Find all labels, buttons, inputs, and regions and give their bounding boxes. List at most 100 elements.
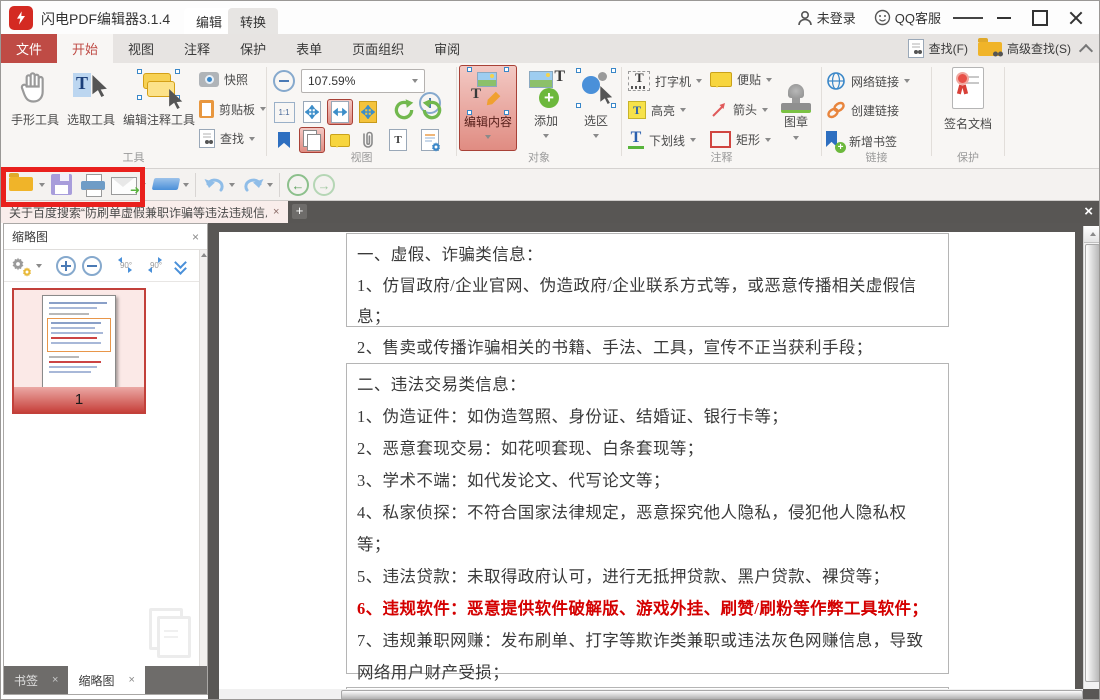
document-tab[interactable]: 关于百度搜索“防刷单虚假兼职诈骗等违法违规信息” ×	[1, 201, 288, 223]
menu-protect[interactable]: 保护	[225, 34, 281, 63]
doc-line: 5、违法贷款：未取得政府认可，进行无抵押贷款、黑户贷款、裸贷等；	[357, 561, 938, 593]
thumbnail-zoom-out-button[interactable]	[82, 256, 102, 276]
email-caret-icon[interactable]	[140, 183, 146, 187]
sign-document-button[interactable]: 签名文档	[940, 67, 996, 132]
fit-visible-button[interactable]	[355, 99, 381, 125]
sticky-note-label: 便贴	[737, 71, 761, 88]
add-object-icon: T +	[527, 68, 565, 112]
actual-size-button[interactable]: 1:1	[271, 99, 297, 125]
maximize-button[interactable]	[1025, 5, 1055, 31]
menu-page-organize[interactable]: 页面组织	[337, 34, 419, 63]
document-page[interactable]: 一、虚假、诈骗类信息： 1、仿冒政府/企业官网、伪造政府/企业联系方式等，或恶意…	[219, 232, 1075, 689]
thumbnail-item-selected[interactable]: 1	[12, 288, 146, 414]
print-button[interactable]	[81, 174, 105, 195]
arrow-label: 箭头	[733, 101, 757, 118]
qq-support-button[interactable]: QQ客服	[868, 4, 947, 31]
undo-caret-icon[interactable]	[229, 183, 235, 187]
typewriter-button[interactable]: T 打字机	[628, 71, 702, 91]
panel-close-icon[interactable]: ×	[192, 230, 199, 244]
advanced-find-button[interactable]: 高级查找(S)	[978, 40, 1071, 57]
horizontal-scrollbar[interactable]	[219, 689, 1083, 700]
tab-bookmarks[interactable]: 书签 ×	[4, 666, 68, 694]
doc-line: 一、虚假、诈骗类信息：	[357, 239, 938, 270]
fit-page-button[interactable]	[299, 99, 325, 125]
hand-tool-button[interactable]: 手形工具	[7, 67, 63, 128]
new-tab-button[interactable]: +	[292, 204, 307, 219]
zoom-level-combo[interactable]: 107.59%	[301, 69, 425, 93]
selection-button[interactable]: 选区	[573, 65, 619, 138]
undo-button[interactable]	[203, 175, 227, 200]
thumbnail-zoom-in-button[interactable]	[56, 256, 76, 276]
open-file-caret-icon[interactable]	[39, 183, 45, 187]
next-view-button[interactable]: →	[313, 174, 335, 196]
highlight-button[interactable]: T 高亮	[628, 101, 686, 119]
add-object-button[interactable]: T + 添加	[521, 65, 571, 138]
close-document-button[interactable]: ×	[1084, 203, 1093, 220]
rotate-right-90-button[interactable]: 90°	[144, 256, 168, 276]
close-button[interactable]	[1061, 5, 1091, 31]
open-file-button[interactable]	[9, 177, 33, 191]
login-button[interactable]: 未登录	[791, 4, 862, 31]
titlebar-tab-edit[interactable]: 编辑	[184, 8, 234, 34]
scanner-button[interactable]	[153, 175, 179, 187]
collapse-ribbon-icon[interactable]	[1079, 43, 1093, 57]
scrollbar-up-button[interactable]	[1084, 226, 1100, 243]
chevron-double-down-icon[interactable]	[176, 261, 185, 270]
previous-view-button[interactable]: ←	[287, 174, 309, 196]
smiley-icon	[874, 9, 891, 26]
web-link-button[interactable]: 网络链接	[826, 71, 910, 91]
panel-scrollbar[interactable]	[199, 250, 207, 666]
menu-file[interactable]: 文件	[1, 34, 57, 63]
gear-caret-icon[interactable]	[36, 264, 42, 268]
stamp-button[interactable]: 图章	[774, 67, 818, 140]
tab-thumbnails[interactable]: 缩略图 ×	[68, 666, 144, 694]
underline-button[interactable]: T 下划线	[628, 131, 696, 149]
web-link-label: 网络链接	[851, 73, 899, 90]
scanner-caret-icon[interactable]	[183, 183, 189, 187]
group-link-label: 链接	[822, 149, 931, 165]
selection-caret-icon	[593, 134, 599, 138]
zoom-out-button[interactable]	[273, 70, 295, 92]
snapshot-button[interactable]: 快照	[199, 71, 248, 88]
sticky-note-button[interactable]: 便贴	[710, 71, 772, 88]
stamp-icon	[781, 67, 811, 113]
tab-bookmarks-close-icon[interactable]: ×	[52, 674, 58, 686]
menu-comment[interactable]: 注释	[169, 34, 225, 63]
minimize-button[interactable]	[989, 5, 1019, 31]
group-tools-label: 工具	[1, 149, 266, 165]
email-button[interactable]: ➜	[111, 177, 137, 195]
add-bookmark-button[interactable]: + 新增书签	[826, 131, 897, 151]
menu-comment-label: 注释	[184, 39, 210, 58]
rotate-left-90-button[interactable]: 90°	[114, 256, 138, 276]
edit-annotation-tool-button[interactable]: 编辑注释工具	[119, 67, 199, 128]
tab-thumbnails-close-icon[interactable]: ×	[128, 674, 134, 686]
create-link-button[interactable]: 创建链接	[826, 101, 899, 119]
toolbar-separator	[279, 173, 280, 197]
vertical-scrollbar-thumb[interactable]	[1085, 244, 1100, 682]
fit-width-button[interactable]	[327, 99, 353, 125]
redo-caret-icon[interactable]	[267, 183, 273, 187]
menu-home[interactable]: 开始	[57, 34, 113, 63]
rotate-left-button[interactable]	[391, 97, 417, 123]
horizontal-scrollbar-thumb[interactable]	[341, 690, 1083, 700]
menu-review[interactable]: 审阅	[419, 34, 475, 63]
gear-icon[interactable]	[10, 256, 30, 276]
menu-view[interactable]: 视图	[113, 34, 169, 63]
rectangle-button[interactable]: 矩形	[710, 131, 771, 148]
document-tab-close-icon[interactable]: ×	[267, 206, 285, 218]
hamburger-menu-button[interactable]	[953, 5, 983, 31]
vertical-scrollbar[interactable]	[1083, 226, 1100, 689]
rotate-right-button[interactable]	[419, 97, 445, 123]
edit-content-button[interactable]: T 编辑内容	[459, 65, 517, 151]
sticky-caret-icon	[766, 78, 772, 82]
save-button[interactable]	[51, 174, 72, 195]
redo-button[interactable]	[241, 175, 265, 200]
menu-form[interactable]: 表单	[281, 34, 337, 63]
find-button[interactable]: 查找(F)	[908, 39, 968, 58]
clipboard-button[interactable]: 剪贴板	[199, 100, 266, 118]
arrow-button[interactable]: 箭头	[710, 101, 768, 118]
titlebar-tab-convert[interactable]: 转换	[228, 8, 278, 34]
add-object-label: 添加	[534, 112, 558, 129]
select-tool-button[interactable]: T 选取工具	[63, 67, 119, 128]
find-tool-button[interactable]: 查找	[199, 129, 255, 148]
